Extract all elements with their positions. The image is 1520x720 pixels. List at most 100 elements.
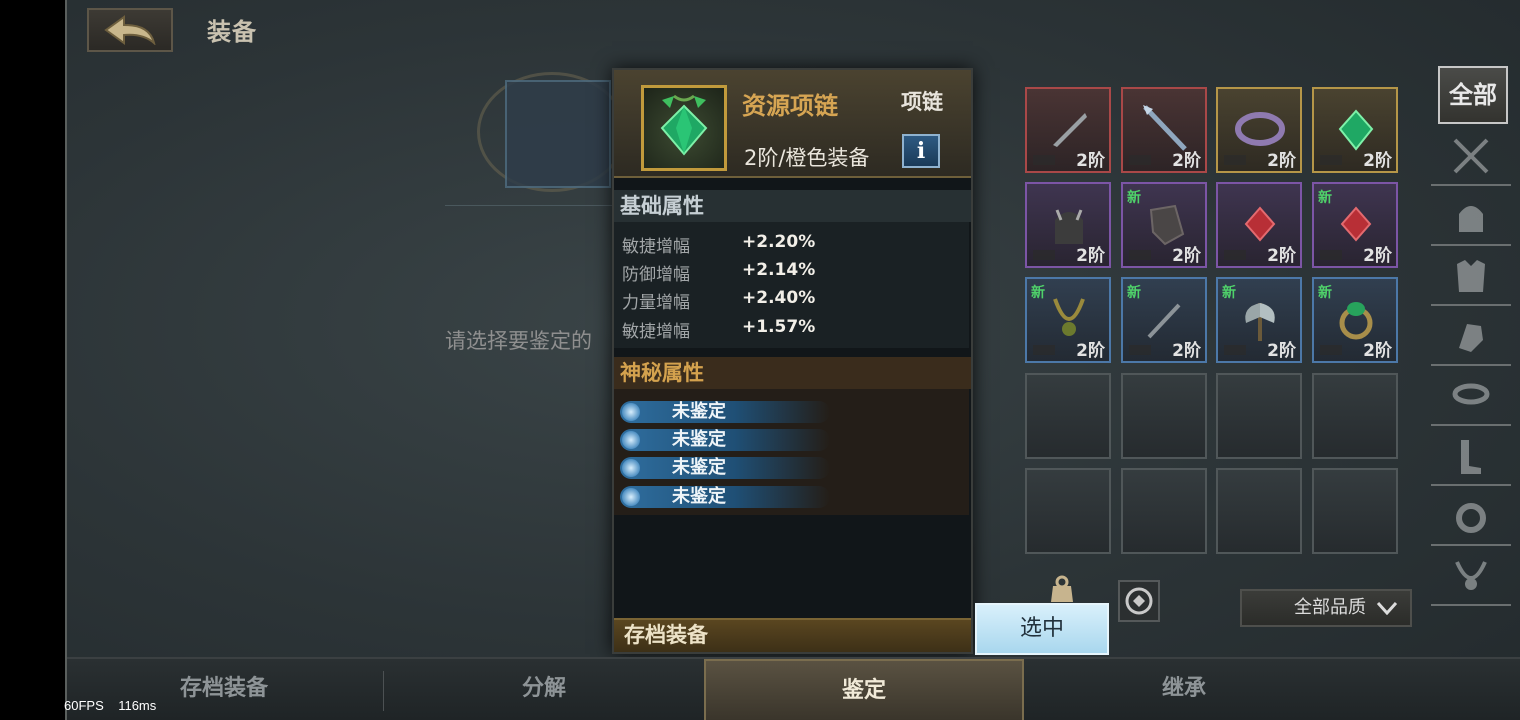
- inventory-slot[interactable]: 新 2阶: [1025, 277, 1111, 363]
- tier-label: 2阶: [1363, 341, 1392, 361]
- armor-icon: [1457, 260, 1485, 292]
- inventory-slot[interactable]: 2阶: [1312, 87, 1398, 173]
- mystery-row: 未鉴定: [620, 401, 830, 423]
- tab-disassemble[interactable]: 分解: [385, 659, 703, 720]
- mystery-label: 未鉴定: [672, 401, 726, 422]
- inventory-slot[interactable]: 新 2阶: [1216, 277, 1302, 363]
- ring-icon: [1456, 503, 1486, 533]
- inventory-slot-empty[interactable]: [1312, 373, 1398, 459]
- fps-value: 60FPS: [64, 698, 104, 713]
- item-detail-popup: 资源项链 项链 2阶/橙色装备 i 基础属性 敏捷增幅 +2.20% 防御增幅 …: [612, 68, 973, 654]
- stat-name: 敏捷增幅: [622, 237, 690, 257]
- helmet-icon: [1459, 206, 1483, 232]
- category-gloves[interactable]: [1431, 308, 1511, 366]
- category-ring[interactable]: [1431, 488, 1511, 546]
- stat-row: 敏捷增幅 +1.57%: [622, 317, 922, 345]
- basic-attributes-title: 基础属性: [614, 190, 971, 222]
- item-detail-header: 资源项链 项链 2阶/橙色装备 i: [614, 70, 971, 178]
- inventory-grid: 2阶 2阶 2阶 2阶 2阶 新 2阶 2阶 新 2阶 新 2阶 新 2阶 新 …: [1025, 87, 1400, 557]
- inventory-slot-empty[interactable]: [1025, 373, 1111, 459]
- mystery-row: 未鉴定: [620, 486, 830, 508]
- tier-label: 2阶: [1076, 151, 1105, 171]
- back-button[interactable]: [87, 8, 173, 52]
- inventory-slot[interactable]: 2阶: [1025, 87, 1111, 173]
- stat-value: +2.20%: [742, 232, 816, 252]
- divider: [445, 205, 625, 206]
- inventory-slot[interactable]: 2阶: [1025, 182, 1111, 268]
- item-name: 资源项链: [742, 92, 838, 120]
- bag-icon[interactable]: [1041, 568, 1083, 610]
- pips: [1129, 345, 1151, 355]
- stat-row: 力量增幅 +2.40%: [622, 288, 922, 316]
- category-boots[interactable]: [1431, 428, 1511, 486]
- inventory-slot-empty[interactable]: [1216, 373, 1302, 459]
- identify-slot[interactable]: [505, 80, 611, 188]
- tier-label: 2阶: [1267, 151, 1296, 171]
- inventory-slot[interactable]: 2阶: [1216, 87, 1302, 173]
- inventory-slot[interactable]: 2阶: [1216, 182, 1302, 268]
- mystery-attributes-title: 神秘属性: [614, 357, 971, 389]
- game-screen: 装备 请选择要鉴定的 资源项链 项链 2阶/橙色装备 i 基础属性 敏捷增幅 +…: [65, 0, 1520, 720]
- category-weapon[interactable]: [1431, 128, 1511, 186]
- inventory-slot-empty[interactable]: [1121, 373, 1207, 459]
- stat-name: 力量增幅: [622, 293, 690, 313]
- tier-label: 2阶: [1076, 246, 1105, 266]
- chevron-down-icon: [1376, 601, 1398, 615]
- inventory-slot[interactable]: 2阶: [1121, 87, 1207, 173]
- basic-attributes-list: 敏捷增幅 +2.20% 防御增幅 +2.14% 力量增幅 +2.40% 敏捷增幅…: [614, 222, 969, 348]
- stat-value: +2.14%: [742, 260, 816, 280]
- mystery-attributes-list: 未鉴定 未鉴定 未鉴定 未鉴定: [614, 389, 969, 515]
- gauntlet-icon: [1459, 324, 1483, 352]
- pips: [1033, 250, 1055, 260]
- pips: [1224, 250, 1246, 260]
- category-helmet[interactable]: [1431, 188, 1511, 246]
- pips: [1129, 155, 1151, 165]
- pips: [1320, 155, 1342, 165]
- pips: [1224, 155, 1246, 165]
- inventory-slot-empty[interactable]: [1312, 468, 1398, 554]
- inventory-slot[interactable]: 新 2阶: [1312, 277, 1398, 363]
- info-button[interactable]: i: [902, 134, 940, 168]
- tier-label: 2阶: [1172, 151, 1201, 171]
- inventory-slot[interactable]: 新 2阶: [1121, 182, 1207, 268]
- auto-select-icon[interactable]: [1118, 580, 1160, 622]
- mystery-gem-icon: [622, 431, 640, 449]
- bottom-tab-bar: 存档装备 分解 鉴定 继承: [65, 657, 1520, 720]
- inventory-slot-empty[interactable]: [1025, 468, 1111, 554]
- fps-overlay: 60FPS 116ms: [64, 698, 156, 713]
- mystery-label: 未鉴定: [672, 486, 726, 507]
- stat-value: +2.40%: [742, 288, 816, 308]
- tier-label: 2阶: [1172, 341, 1201, 361]
- inventory-slot[interactable]: 新 2阶: [1121, 277, 1207, 363]
- stat-name: 防御增幅: [622, 265, 690, 285]
- item-icon-frame: [641, 85, 727, 171]
- mystery-label: 未鉴定: [672, 429, 726, 450]
- mystery-row: 未鉴定: [620, 457, 830, 479]
- tier-label: 2阶: [1076, 341, 1105, 361]
- mystery-gem-icon: [622, 488, 640, 506]
- item-grade: 2阶/橙色装备: [744, 146, 870, 170]
- category-armor[interactable]: [1431, 248, 1511, 306]
- category-all[interactable]: 全部: [1438, 66, 1508, 124]
- quality-filter-dropdown[interactable]: 全部品质: [1240, 589, 1412, 627]
- inventory-slot[interactable]: 新 2阶: [1312, 182, 1398, 268]
- tier-label: 2阶: [1267, 341, 1296, 361]
- pips: [1224, 345, 1246, 355]
- tab-identify[interactable]: 鉴定: [704, 659, 1024, 720]
- pips: [1129, 250, 1151, 260]
- category-belt[interactable]: [1431, 368, 1511, 426]
- tier-label: 2阶: [1267, 246, 1296, 266]
- inventory-slot-empty[interactable]: [1121, 468, 1207, 554]
- tier-label: 2阶: [1363, 151, 1392, 171]
- category-necklace[interactable]: [1431, 548, 1511, 606]
- identify-hint: 请选择要鉴定的: [445, 329, 592, 353]
- archive-equipment-footer[interactable]: 存档装备: [614, 618, 971, 652]
- select-button[interactable]: 选中: [975, 603, 1109, 655]
- mystery-gem-icon: [622, 459, 640, 477]
- mystery-gem-icon: [622, 403, 640, 421]
- inventory-slot-empty[interactable]: [1216, 468, 1302, 554]
- mystery-row: 未鉴定: [620, 429, 830, 451]
- boots-icon: [1461, 440, 1481, 474]
- tab-inherit[interactable]: 继承: [1025, 659, 1343, 720]
- crossed-swords-icon: [1453, 138, 1489, 174]
